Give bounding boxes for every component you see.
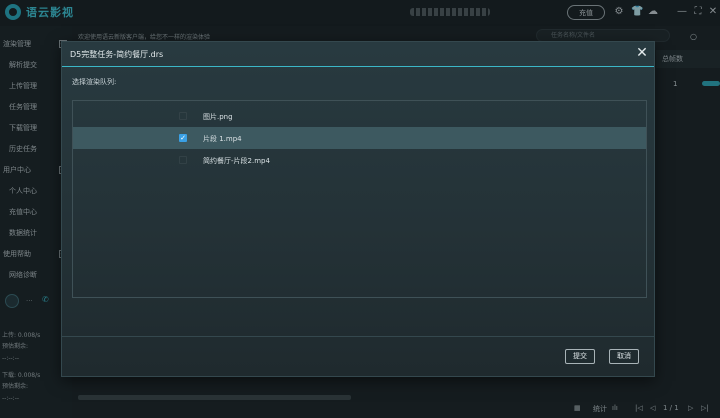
cancel-button[interactable]: 取消: [609, 349, 639, 364]
render-queue-list: 图片.png ✓ 片段 1.mp4 简约餐厅-片段2.mp4: [72, 100, 647, 298]
dialog-title: D5完整任务-简约餐厅.drs: [70, 50, 164, 59]
checkbox-checked[interactable]: ✓: [179, 134, 187, 142]
queue-item-label: 简约餐厅-片段2.mp4: [203, 157, 270, 165]
list-item[interactable]: ✓ 片段 1.mp4: [73, 127, 646, 149]
queue-item-label: 图片.png: [203, 113, 233, 121]
queue-item-label: 片段 1.mp4: [203, 135, 242, 143]
submit-button[interactable]: 提交: [565, 349, 595, 364]
list-item[interactable]: 简约餐厅-片段2.mp4: [73, 149, 646, 171]
list-item[interactable]: 图片.png: [73, 105, 646, 127]
close-icon[interactable]: ✕: [634, 45, 650, 61]
dialog-header: D5完整任务-简约餐厅.drs ✕: [62, 42, 654, 67]
queue-label: 选择渲染队列:: [72, 78, 117, 86]
checkbox[interactable]: [179, 156, 187, 164]
divider: [62, 336, 654, 337]
render-queue-dialog: D5完整任务-简约餐厅.drs ✕ 选择渲染队列: 图片.png ✓ 片段 1.…: [61, 41, 655, 377]
checkbox[interactable]: [179, 112, 187, 120]
